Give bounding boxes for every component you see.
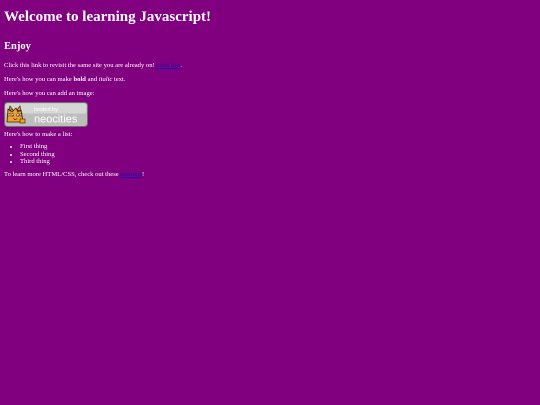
example-list: First thing Second thing Third thing [4, 143, 534, 166]
learn-more-paragraph: To learn more HTML/CSS, check out these … [4, 171, 534, 179]
tutorials-link[interactable]: tutorials [120, 171, 142, 178]
revisit-suffix: . [180, 62, 183, 69]
page-content: Welcome to learning Javascript! Enjoy Cl… [4, 0, 534, 179]
learn-more-suffix: ! [142, 170, 145, 178]
italic-text: italic [98, 76, 113, 83]
click-this-link[interactable]: click this [156, 62, 180, 69]
badge-hosted-by-text: hosted by [34, 107, 58, 113]
formatting-paragraph: Here's how you can make bold and italic … [4, 76, 534, 84]
revisit-text: Click this link to revisit the same site… [4, 62, 157, 69]
formatting-text-suffix: text. [112, 76, 126, 83]
revisit-paragraph: Click this link to revisit the same site… [4, 62, 534, 70]
page-title: Welcome to learning Javascript! [4, 9, 212, 25]
neocities-badge-image: hosted by neocities [4, 102, 88, 127]
list-item: Second thing [20, 151, 534, 159]
formatting-text-middle: and [85, 76, 99, 83]
bold-text: bold [73, 76, 86, 83]
formatting-text-prefix: Here's how you can make [4, 76, 74, 83]
badge-neocities-text: neocities [34, 114, 78, 126]
list-item: Third thing [20, 158, 534, 166]
page-subtitle: Enjoy [4, 41, 31, 52]
list-item: First thing [20, 143, 534, 151]
learn-more-text: To learn more HTML/CSS, check out these [4, 170, 121, 178]
list-paragraph: Here's how to make a list: [4, 131, 73, 138]
image-paragraph: Here's how you can add an image: [4, 90, 95, 97]
